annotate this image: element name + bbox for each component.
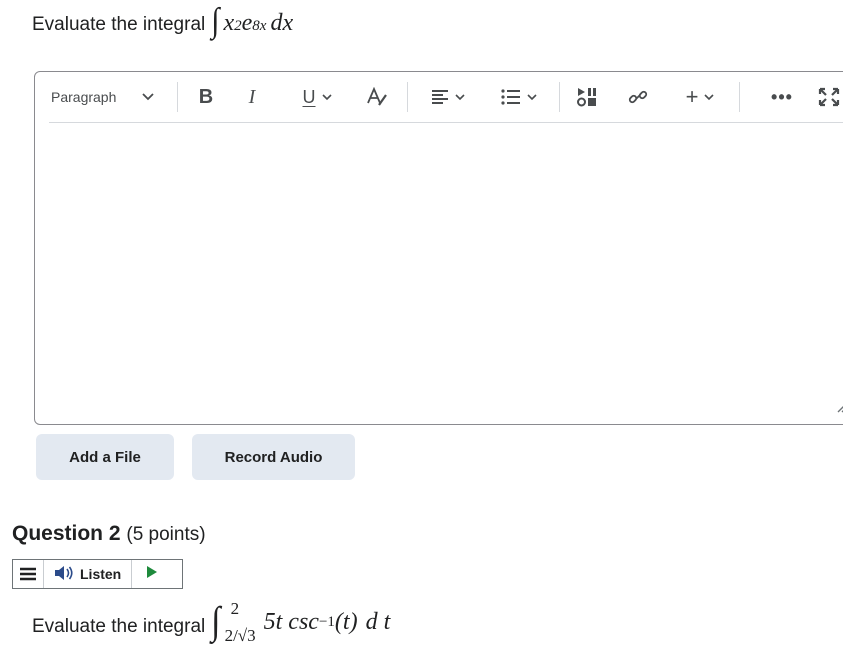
record-audio-button[interactable]: Record Audio	[192, 434, 355, 480]
list-dropdown[interactable]	[495, 82, 543, 112]
plus-icon: +	[685, 84, 699, 109]
resize-handle-icon[interactable]	[835, 400, 843, 418]
play-button[interactable]	[131, 560, 172, 588]
question-1-math: ∫ x 2 e 8x dx	[211, 1, 294, 40]
link-icon[interactable]	[623, 82, 653, 112]
chevron-down-icon	[704, 93, 714, 101]
more-options-button[interactable]: •••	[767, 82, 797, 112]
math-inverse-power: −1	[318, 613, 335, 630]
chevron-down-icon	[455, 93, 465, 101]
answer-editor: Paragraph B I U + •••	[34, 71, 843, 425]
toolbar-divider	[739, 82, 740, 112]
toolbar-divider	[407, 82, 408, 112]
math-coefficient: 5	[263, 608, 276, 635]
question-2-text: Evaluate the integral	[32, 616, 206, 637]
insert-dropdown[interactable]: +	[677, 82, 723, 112]
upper-limit: 2	[230, 599, 240, 618]
math-argument: (t)	[334, 608, 358, 635]
chevron-down-icon	[142, 93, 155, 101]
play-icon	[146, 565, 158, 584]
toolbar-divider	[177, 82, 178, 112]
paragraph-format-dropdown[interactable]: Paragraph	[51, 82, 163, 112]
chevron-down-icon	[527, 93, 537, 101]
paragraph-format-label: Paragraph	[51, 89, 117, 105]
align-dropdown[interactable]	[425, 82, 471, 112]
fullscreen-icon[interactable]	[815, 82, 843, 112]
question-1-prompt: Evaluate the integral ∫ x 2 e 8x dx	[32, 1, 294, 40]
text-color-icon[interactable]	[363, 82, 391, 112]
math-function: csc	[288, 608, 319, 635]
bold-button[interactable]: B	[193, 82, 219, 112]
math-x: x	[223, 10, 235, 36]
math-variable: t	[275, 608, 283, 635]
bullet-list-icon	[501, 88, 521, 106]
math-exp-power: 8x	[252, 18, 267, 34]
question-2-heading: Question 2 (5 points)	[12, 522, 206, 546]
add-file-button[interactable]: Add a File	[36, 434, 174, 480]
chevron-down-icon	[321, 93, 332, 101]
underline-dropdown[interactable]: U	[293, 82, 341, 112]
toolbar-divider	[559, 82, 560, 112]
media-icon[interactable]	[573, 82, 603, 112]
question-2-points: (5 points)	[126, 524, 206, 545]
question-2-title: Question 2	[12, 522, 121, 545]
align-icon	[431, 89, 449, 105]
math-power: 2	[234, 18, 242, 34]
question-1-text: Evaluate the integral	[32, 14, 206, 35]
question-2-math: ∫ 2 2/√3 5t csc −1 (t) d t	[211, 600, 390, 644]
menu-icon[interactable]	[13, 560, 43, 588]
math-differential: dx	[270, 10, 294, 36]
integral-sign: ∫	[211, 600, 221, 643]
integral-sign: ∫	[211, 1, 220, 40]
math-e: e	[241, 10, 253, 36]
math-differential-var: t	[383, 608, 391, 635]
listen-widget: Listen	[12, 559, 183, 589]
integral-limits: 2 2/√3	[225, 600, 256, 644]
italic-button[interactable]: I	[241, 82, 263, 112]
underline-label: U	[302, 86, 316, 107]
editor-content-area[interactable]	[35, 123, 843, 424]
lower-limit: 2/√3	[224, 626, 256, 645]
editor-toolbar: Paragraph B I U + •••	[49, 72, 843, 123]
speaker-icon	[54, 565, 74, 584]
listen-label: Listen	[80, 566, 122, 582]
listen-button[interactable]: Listen	[43, 560, 131, 588]
math-differential-d: d	[365, 608, 378, 635]
question-2-prompt: Evaluate the integral ∫ 2 2/√3 5t csc −1(…	[32, 600, 390, 644]
